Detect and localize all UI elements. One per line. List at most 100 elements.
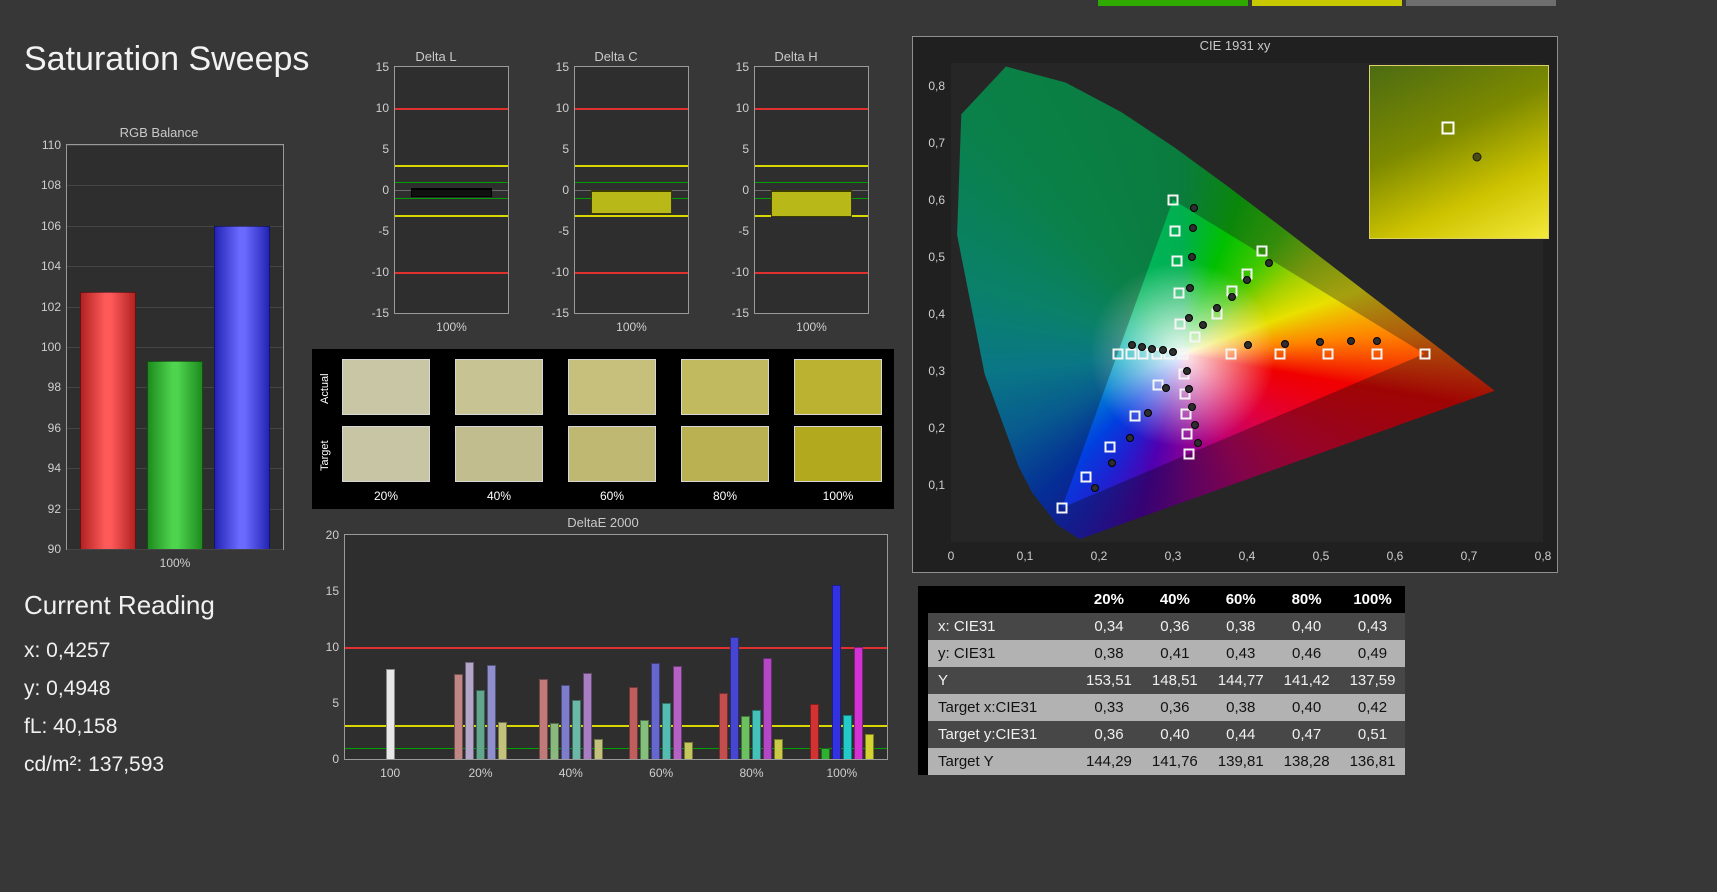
deltae-bar: [571, 699, 581, 759]
measured-point-marker: [1228, 292, 1237, 301]
deltae-bar: [662, 703, 672, 759]
target-square-marker: [1225, 348, 1237, 360]
column-header: 80%: [1273, 586, 1340, 613]
row-label: Y: [928, 667, 1076, 694]
deltae-2000-chart: DeltaE 2000 20 15 10 5 0 100 20% 40% 60% 80% 100%: [312, 514, 894, 786]
rgb-bar-blue: [213, 225, 271, 549]
measured-point-marker: [1244, 341, 1253, 350]
reading-line: y: 0,4948: [24, 677, 111, 700]
x-axis-tick-label: 0,2: [1090, 549, 1108, 563]
target-square-marker: [1183, 448, 1195, 460]
deltae-bar: [763, 658, 773, 759]
measured-point-marker: [1186, 283, 1195, 292]
limit-line: [755, 165, 868, 168]
target-square-marker: [1256, 245, 1268, 257]
table-row: y: CIE31 0,38 0,41 0,43 0,46 0,49: [918, 640, 1406, 667]
table-cell: 0,46: [1273, 640, 1340, 667]
y-axis-tick-label: 0,4: [928, 306, 945, 321]
y-axis-tick-label: -15: [371, 306, 389, 320]
page-title: Saturation Sweeps: [24, 40, 310, 78]
limit-line: [755, 108, 868, 110]
saturation-level-label: 40%: [486, 489, 512, 503]
table-cell: 0,44: [1207, 721, 1274, 748]
column-header: 60%: [1207, 586, 1274, 613]
y-axis-tick-label: 10: [325, 640, 339, 654]
measured-point-marker: [1183, 366, 1192, 375]
target-swatch: [794, 426, 882, 482]
window-tab[interactable]: [1098, 0, 1248, 6]
window-tab[interactable]: [1406, 0, 1556, 6]
row-label: Target Y: [928, 748, 1076, 775]
deltae-bar: [684, 742, 694, 759]
y-axis-tick-label: 0,5: [928, 249, 945, 264]
measured-point-marker: [1188, 224, 1197, 233]
y-axis-tick-label: -5: [378, 223, 389, 238]
table-cell: 153,51: [1076, 667, 1142, 694]
y-axis-tick-label: 102: [40, 299, 61, 314]
y-axis-tick-label: 5: [382, 141, 389, 156]
cie-1931-chart: CIE 1931 xy 0 0,1 0,2 0,3 0,4 0,5 0,6 0,7 0,8 0,8…: [912, 36, 1558, 573]
x-axis-tick-label: 0,1: [1016, 549, 1034, 563]
table-cell: 141,42: [1273, 667, 1340, 694]
table-cell: 0,38: [1207, 613, 1274, 640]
measured-point-marker: [1188, 403, 1197, 412]
reading-line: fL: 40,158: [24, 715, 118, 738]
y-axis-tick-label: 5: [332, 696, 339, 710]
y-axis-tick-label: 15: [325, 584, 339, 598]
x-axis-tick-label: 0: [947, 549, 955, 563]
target-square-marker: [1056, 502, 1068, 514]
table-cell: 0,40: [1273, 694, 1340, 721]
target-square-marker: [1173, 287, 1185, 299]
table-cell: 0,49: [1339, 640, 1406, 667]
table-cell: 136,81: [1339, 748, 1406, 775]
target-square-marker: [1274, 348, 1286, 360]
y-axis-tick-label: 15: [735, 60, 749, 74]
rgb-bar-green: [146, 361, 204, 549]
swatch-column-labels: 20% 40% 60% 80% 100%: [342, 489, 882, 503]
y-axis-tick-label: 110: [41, 138, 61, 152]
y-axis-tick-label: 15: [375, 60, 389, 74]
measured-point-marker: [1187, 252, 1196, 261]
deltae-title: DeltaE 2000: [567, 515, 639, 530]
table-header-row: 20% 40% 60% 80% 100%: [918, 586, 1406, 613]
window-tab[interactable]: [1252, 0, 1402, 6]
table-cell: 144,77: [1207, 667, 1274, 694]
deltae-bar: [673, 666, 683, 759]
y-axis-tick-label: 96: [47, 420, 61, 435]
deltae-group: [526, 535, 616, 759]
delta-l-plot: 100% 15 10 5 0 -5 -10 -15: [372, 60, 509, 334]
target-swatch: [455, 426, 543, 482]
x-axis-tick-label: 40%: [558, 766, 583, 780]
deltae-bar: [820, 747, 830, 759]
target-square-marker: [1189, 331, 1201, 343]
deltae-bar: [538, 679, 548, 759]
delta-h-chart: Delta H 100% 15 10 5 0 -5 -10 -15: [720, 48, 872, 338]
x-axis-tick-label: 0,3: [1164, 549, 1182, 563]
limit-line: [395, 181, 508, 183]
target-swatch-row: [342, 426, 882, 482]
y-axis-tick-label: -10: [731, 265, 749, 279]
limit-line: [575, 214, 688, 217]
saturation-level-label: 60%: [599, 489, 625, 503]
actual-row-label: Actual: [319, 373, 331, 405]
limit-line: [755, 181, 868, 183]
limit-line: [575, 181, 688, 183]
target-square-marker: [1371, 348, 1382, 360]
table-cell: 137,59: [1339, 667, 1406, 694]
deltae-bar: [842, 715, 852, 759]
deltae-bar: [497, 722, 507, 759]
x-axis-tick-label: 80%: [739, 766, 764, 780]
deltae-plot: 20 15 10 5 0 100 20% 40% 60% 80% 100%: [326, 528, 888, 780]
cie-title: CIE 1931 xy: [1199, 38, 1271, 53]
rgb-balance-chart: RGB Balance 100% 110 108 106 104 102 100 98 96 9…: [30, 124, 288, 576]
y-axis-tick-label: -5: [738, 223, 749, 238]
current-reading-title: Current Reading: [24, 590, 215, 620]
target-square-marker: [1129, 410, 1141, 422]
measured-point-marker: [1169, 348, 1177, 357]
limit-line: [395, 165, 508, 168]
color-swatch-panel: Actual Target 20% 40% 60% 80% 100%: [312, 349, 894, 509]
measured-point-marker: [1243, 275, 1251, 284]
column-header: 100%: [1339, 586, 1406, 613]
table-cell: 0,40: [1273, 613, 1340, 640]
deltae-bar: [752, 709, 762, 759]
